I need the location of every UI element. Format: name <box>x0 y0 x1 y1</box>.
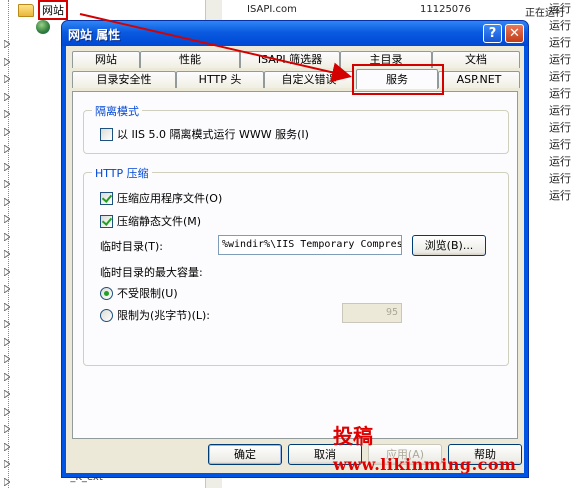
expand-arrow-icon[interactable] <box>4 302 10 311</box>
status-cell: 运行 <box>549 2 571 15</box>
tree-item-label: 网站 <box>38 0 68 20</box>
compress-static-files-checkbox[interactable]: 压缩静态文件(M) <box>100 213 201 229</box>
expand-arrow-icon[interactable] <box>4 215 10 223</box>
expand-arrow-icon[interactable] <box>4 75 10 83</box>
checkbox[interactable] <box>100 214 113 228</box>
expand-arrow-icon[interactable] <box>4 320 10 328</box>
isolation-checkbox[interactable]: 以 IIS 5.0 隔离模式运行 WWW 服务(I) <box>100 126 309 142</box>
compress-app-files-checkbox[interactable]: 压缩应用程序文件(O) <box>100 190 222 206</box>
status-cell: 运行 <box>549 87 571 100</box>
expand-arrow-icon[interactable] <box>4 110 10 118</box>
expand-arrow-icon[interactable] <box>4 477 10 486</box>
tab-custom-errors[interactable]: 自定义错误 <box>264 71 354 88</box>
service-tab-panel: 隔离模式 以 IIS 5.0 隔离模式运行 WWW 服务(I) HTTP 压缩 … <box>72 91 518 439</box>
limit-size-input[interactable]: 95 <box>342 303 402 323</box>
tab-website[interactable]: 网站 <box>72 51 140 68</box>
expand-arrow-icon[interactable] <box>4 40 10 48</box>
status-cell: 运行 <box>549 189 571 202</box>
expand-arrow-icon[interactable] <box>4 425 10 433</box>
expand-arrow-icon[interactable] <box>4 180 10 188</box>
status-cell: 运行 <box>549 104 571 117</box>
group-title: 隔离模式 <box>92 103 142 119</box>
title-bar[interactable]: 网站 属性 ? ✕ <box>62 21 528 46</box>
expand-arrow-icon[interactable] <box>4 197 10 206</box>
list-cell-id: 11125076 <box>420 4 471 15</box>
status-cell: 运行 <box>549 172 571 185</box>
expand-arrow-icon[interactable] <box>4 372 10 381</box>
watermark-url: www.likinming.com <box>333 455 517 474</box>
unlimited-radio[interactable]: 不受限制(U) <box>100 285 178 301</box>
radio-label: 不受限制(U) <box>117 287 178 300</box>
checkbox-label: 以 IIS 5.0 隔离模式运行 WWW 服务(I) <box>117 128 309 141</box>
expand-arrow-icon[interactable] <box>4 285 10 293</box>
tab-isapi-filters[interactable]: ISAPI 筛选器 <box>240 51 340 68</box>
checkbox[interactable] <box>100 191 113 205</box>
checkbox-label: 压缩应用程序文件(O) <box>117 192 223 205</box>
folder-icon <box>18 3 34 17</box>
status-cell: 运行 <box>549 138 571 151</box>
expand-arrow-icon[interactable] <box>4 267 10 276</box>
limit-radio[interactable]: 限制为(兆字节)(L): <box>100 307 210 323</box>
status-cell: 运行 <box>549 53 571 66</box>
max-size-label: 临时目录的最大容量: <box>100 266 203 279</box>
tab-service[interactable]: 服务 <box>356 69 438 89</box>
expand-arrow-icon[interactable] <box>4 232 10 241</box>
status-cell: 运行 <box>549 121 571 134</box>
temp-dir-label: 临时目录(T): <box>100 240 164 253</box>
checkbox[interactable] <box>100 127 113 141</box>
status-cell: 运行 <box>549 155 571 168</box>
group-title: HTTP 压缩 <box>92 165 152 181</box>
ok-button[interactable]: 确定 <box>208 444 282 465</box>
expand-arrow-icon[interactable] <box>4 390 10 398</box>
status-column: 运行 运行 运行 运行 运行 运行 运行 运行 运行 运行 运行 运行 <box>545 0 571 204</box>
globe-icon <box>36 20 50 34</box>
expand-arrow-icon[interactable] <box>4 337 10 346</box>
dialog-client: 网站 性能 ISAPI 筛选器 主目录 文档 目录安全性 HTTP 头 自定义错… <box>66 46 524 473</box>
help-titlebar-button[interactable]: ? <box>483 24 502 43</box>
radio[interactable] <box>100 286 113 300</box>
properties-dialog: 网站 属性 ? ✕ 网站 性能 ISAPI 筛选器 主目录 文档 目录安全性 H… <box>61 20 529 478</box>
tab-directory-security[interactable]: 目录安全性 <box>72 71 176 88</box>
status-cell: 运行 <box>549 36 571 49</box>
checkbox-label: 压缩静态文件(M) <box>117 215 202 228</box>
expand-arrow-icon[interactable] <box>4 57 10 66</box>
temp-dir-input[interactable]: %windir%\IIS Temporary Compres <box>218 235 402 255</box>
expand-arrow-icon[interactable] <box>4 442 10 451</box>
expand-arrow-icon[interactable] <box>4 162 10 171</box>
tab-http-headers[interactable]: HTTP 头 <box>176 71 264 88</box>
expand-arrow-icon[interactable] <box>4 92 10 101</box>
dialog-title: 网站 属性 <box>68 28 121 42</box>
status-cell: 运行 <box>549 19 571 32</box>
expand-arrow-icon[interactable] <box>4 127 10 136</box>
http-compression-group: HTTP 压缩 压缩应用程序文件(O) 压缩静态文件(M) 临时目录(T): %… <box>83 165 509 366</box>
isolation-mode-group: 隔离模式 以 IIS 5.0 隔离模式运行 WWW 服务(I) <box>83 103 509 154</box>
tab-documents[interactable]: 文档 <box>432 51 520 68</box>
browse-button[interactable]: 浏览(B)... <box>412 235 486 256</box>
radio[interactable] <box>100 308 113 322</box>
status-cell: 运行 <box>549 70 571 83</box>
expand-arrow-icon[interactable] <box>4 407 10 416</box>
tab-aspnet[interactable]: ASP.NET <box>438 71 520 88</box>
expand-arrow-icon[interactable] <box>4 460 10 468</box>
tab-performance[interactable]: 性能 <box>140 51 240 68</box>
expand-arrow-icon[interactable] <box>4 145 10 153</box>
expand-arrow-icon[interactable] <box>4 355 10 363</box>
tree-item-websites[interactable]: 网站 <box>18 0 68 20</box>
radio-label: 限制为(兆字节)(L): <box>117 309 211 322</box>
close-button[interactable]: ✕ <box>505 24 524 43</box>
list-cell-name: ISAPI.com <box>247 4 297 15</box>
watermark-title: 投稿 <box>333 424 373 448</box>
expand-arrow-icon[interactable] <box>4 250 10 258</box>
